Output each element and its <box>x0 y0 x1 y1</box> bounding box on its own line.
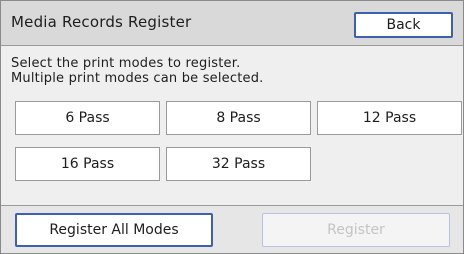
mode-button-16-pass[interactable]: 16 Pass <box>15 147 160 181</box>
mode-selection-panel: Select the print modes to register. Mult… <box>1 46 463 206</box>
register-button[interactable]: Register <box>262 213 450 247</box>
instruction-line-1: Select the print modes to register. <box>11 56 241 71</box>
page-title: Media Records Register <box>11 13 192 31</box>
footer-bar: Register All Modes Register <box>1 206 463 253</box>
mode-button-32-pass[interactable]: 32 Pass <box>166 147 311 181</box>
mode-button-6-pass[interactable]: 6 Pass <box>15 101 160 135</box>
mode-button-12-pass[interactable]: 12 Pass <box>317 101 462 135</box>
mode-button-8-pass[interactable]: 8 Pass <box>166 101 311 135</box>
title-bar: Media Records Register Back <box>1 1 463 46</box>
register-all-modes-button[interactable]: Register All Modes <box>15 213 213 247</box>
dialog-window: Media Records Register Back Select the p… <box>0 0 464 254</box>
instructions: Select the print modes to register. Mult… <box>11 56 264 86</box>
back-button[interactable]: Back <box>354 12 453 38</box>
instruction-line-2: Multiple print modes can be selected. <box>11 71 264 86</box>
